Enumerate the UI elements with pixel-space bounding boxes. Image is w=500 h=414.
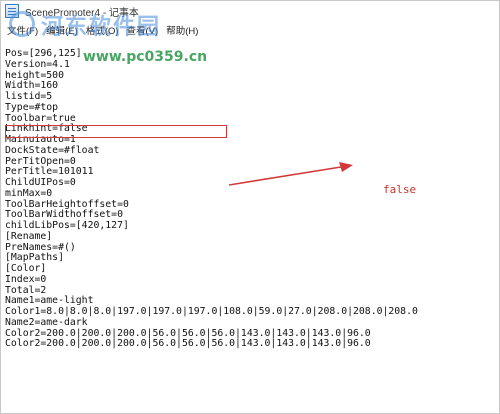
menu-view[interactable]: 查看(V) <box>127 23 159 37</box>
window-title: ScenePromoter4 - 记事本 <box>25 7 139 19</box>
text-editor[interactable]: Pos=[296,125] Version=4.1 height=500 Width=… <box>1 45 499 413</box>
title-bar[interactable]: ScenePromoter4 - 记事本 <box>1 1 499 21</box>
menu-file[interactable]: 文件(F) <box>7 23 38 37</box>
text-line[interactable]: height=500 <box>5 70 418 82</box>
arrow-icon <box>229 162 353 186</box>
text-line[interactable]: Version=4.1 <box>5 59 418 71</box>
notepad-icon <box>5 4 19 18</box>
text-line[interactable]: listid=5 <box>5 91 418 103</box>
text-line[interactable]: childLibPos=[420,127] <box>5 220 418 232</box>
text-line[interactable]: [Color] <box>5 263 418 275</box>
text-line[interactable]: [MapPaths] <box>5 252 418 264</box>
text-line[interactable]: Width=160 <box>5 80 418 92</box>
text-line[interactable]: PreNames=#() <box>5 242 418 254</box>
text-line[interactable]: Type=#top <box>5 102 418 114</box>
editor-text[interactable]: Pos=[296,125] Version=4.1 height=500 Width=… <box>5 48 418 350</box>
notepad-window: ScenePromoter4 - 记事本 文件(F) 编辑(E) 格式(O) 查… <box>0 0 500 414</box>
menu-edit[interactable]: 编辑(E) <box>46 23 78 37</box>
text-line[interactable]: [Rename] <box>5 231 418 243</box>
menu-format[interactable]: 格式(O) <box>86 23 119 37</box>
text-line[interactable]: Index=0 <box>5 274 418 286</box>
text-line[interactable]: Name2=ame-dark <box>5 317 418 329</box>
text-line[interactable]: Color2=200.0|200.0|200.0|56.0|56.0|56.0|… <box>5 338 418 350</box>
menu-help[interactable]: 帮助(H) <box>166 23 198 37</box>
text-line[interactable]: minMax=0 <box>5 188 418 200</box>
highlight-box <box>5 125 227 138</box>
annotation-label: false <box>383 183 417 196</box>
menu-bar: 文件(F) 编辑(E) 格式(O) 查看(V) 帮助(H) <box>1 21 499 39</box>
text-line[interactable]: DockState=#float <box>5 145 418 157</box>
